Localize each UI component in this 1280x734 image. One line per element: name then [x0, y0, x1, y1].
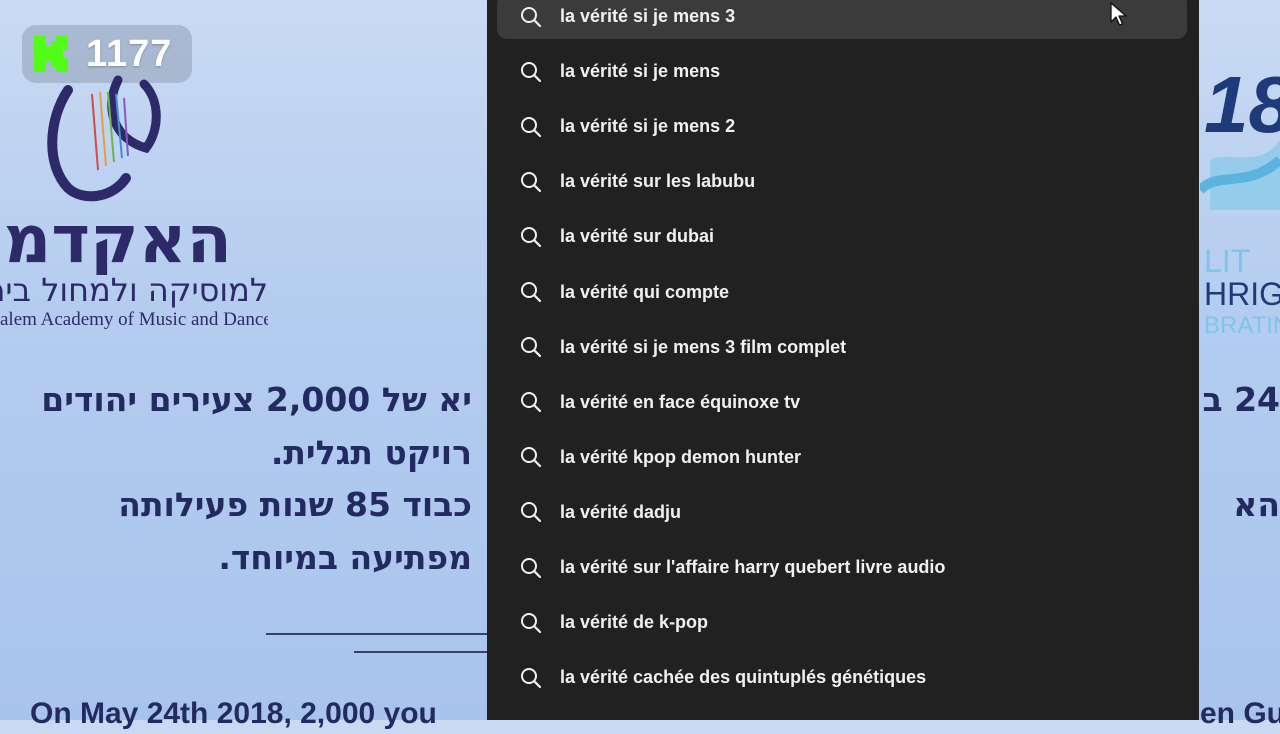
search-suggestion-item[interactable]: la vérité de k-pop: [497, 600, 1187, 645]
search-suggestion-item[interactable]: la vérité si je mens: [497, 49, 1187, 94]
search-icon: [521, 61, 542, 82]
search-icon: [521, 557, 542, 578]
hebrew-line-3: כבוד 85 שנות פעילותה: [118, 485, 472, 524]
harp-logo-icon: [47, 75, 161, 202]
search-suggestion-item[interactable]: la vérité sur les labubu: [497, 159, 1187, 204]
divider-line: [266, 633, 487, 635]
search-suggestion-item[interactable]: la vérité cachée des quintuplés génétiqu…: [497, 655, 1187, 700]
anniversary-text-2: HRIG: [1204, 276, 1280, 312]
search-suggestion-item[interactable]: la vérité en face équinoxe tv: [497, 380, 1187, 425]
kick-logo-icon: [34, 36, 68, 72]
search-suggestions-dropdown: la vérité si je mens 3 la vérité si je me…: [487, 0, 1199, 720]
search-icon: [521, 502, 542, 523]
hebrew-line-4: מפתיעה במיוחד.: [218, 538, 472, 577]
academy-name-english: alem Academy of Music and Dance: [0, 309, 268, 330]
search-suggestion-label: la vérité sur dubai: [560, 226, 715, 247]
right-english-line: en Gu: [1200, 697, 1280, 730]
search-suggestion-item[interactable]: la vérité kpop demon hunter: [497, 435, 1187, 480]
search-suggestion-label: la vérité kpop demon hunter: [560, 446, 802, 467]
search-suggestion-label: la vérité si je mens: [560, 61, 721, 82]
search-suggestion-item[interactable]: la vérité si je mens 2: [497, 104, 1187, 149]
search-suggestion-label: la vérité en face équinoxe tv: [560, 391, 801, 412]
search-icon: [521, 116, 542, 137]
search-suggestion-label: la vérité si je mens 3 film complet: [560, 336, 847, 357]
search-icon: [521, 171, 542, 192]
right-hebrew-line-1: 24 ב: [1202, 380, 1280, 419]
hebrew-line-1: יא של 2,000 צעירים יהודים: [41, 380, 472, 419]
academy-name-hebrew: האקדמיה: [0, 205, 232, 275]
search-icon: [521, 6, 542, 27]
search-suggestion-item[interactable]: la vérité sur l'affaire harry quebert li…: [497, 545, 1187, 590]
search-icon: [521, 337, 542, 358]
search-suggestion-label: la vérité sur l'affaire harry quebert li…: [560, 557, 946, 577]
search-suggestion-label: la vérité dadju: [560, 501, 682, 522]
anniversary-text-1: LIT: [1204, 243, 1251, 279]
anniversary-number: 18: [1204, 60, 1280, 149]
search-suggestion-label: la vérité qui compte: [560, 281, 730, 302]
search-icon: [521, 282, 542, 303]
right-hebrew-line-2: הא: [1233, 485, 1280, 524]
search-suggestion-item[interactable]: la vérité dadju: [497, 490, 1187, 535]
academy-subtitle-hebrew: למוסיקה ולמחול בירושלים: [0, 271, 268, 309]
search-suggestion-label: la vérité cachée des quintuplés génétiqu…: [560, 667, 927, 688]
search-suggestion-item[interactable]: la vérité si je mens 3 film complet: [497, 325, 1187, 370]
search-suggestion-label: la vérité sur les labubu: [560, 171, 756, 192]
search-icon: [521, 667, 542, 688]
search-icon: [521, 392, 542, 413]
english-paragraph-line: On May 24th 2018, 2,000 you: [30, 697, 437, 730]
search-suggestion-label: la vérité de k-pop: [560, 612, 709, 633]
search-icon: [521, 447, 542, 468]
search-suggestion-item[interactable]: la vérité qui compte: [497, 270, 1187, 315]
divider-line: [354, 651, 487, 653]
mouse-cursor-icon: [1110, 2, 1127, 26]
search-icon: [521, 226, 542, 247]
search-suggestion-label: la vérité si je mens 3: [560, 6, 736, 26]
search-suggestion-item[interactable]: la vérité sur dubai: [497, 214, 1187, 259]
search-icon: [521, 612, 542, 633]
hebrew-line-2: רויקט תגלית.: [270, 433, 472, 472]
search-suggestion-label: la vérité si je mens 2: [560, 116, 736, 137]
anniversary-text-3: BRATIN: [1204, 312, 1280, 339]
search-suggestion-item[interactable]: la vérité si je mens 3: [497, 0, 1187, 39]
